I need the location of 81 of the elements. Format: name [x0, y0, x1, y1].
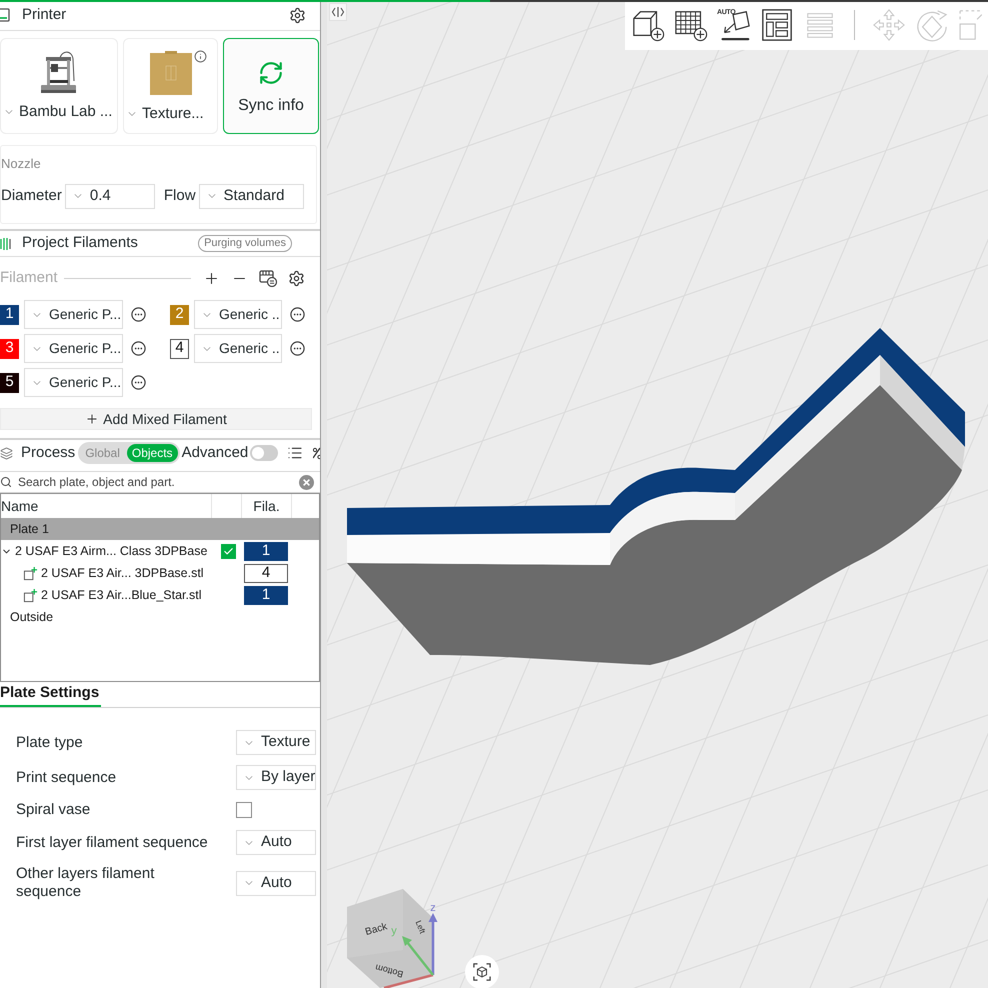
filament-label: Filament — [0, 268, 58, 288]
object-name: 2 USAF E3 Air... 3DPBase.stl — [41, 564, 204, 582]
filament-dropdown[interactable]: Generic P... — [24, 368, 123, 397]
filament-swatch[interactable]: 5 — [0, 372, 19, 392]
filament-swatch[interactable]: 4 — [170, 338, 189, 358]
setting-dropdown[interactable]: By layer — [236, 765, 316, 790]
axis-label: z — [430, 902, 436, 914]
filament-swatch[interactable]: 3 — [0, 338, 19, 358]
diameter-dropdown[interactable]: 0.4 — [64, 184, 155, 208]
part-icon — [23, 588, 38, 602]
more-options-icon[interactable] — [290, 341, 305, 356]
setting-label: Spiral vase — [16, 801, 92, 819]
layout-icon[interactable] — [760, 8, 794, 42]
filament-cell[interactable]: 1 — [244, 586, 288, 604]
3d-model-drawing[interactable] — [347, 328, 965, 665]
table-badge-icon[interactable] — [259, 269, 277, 287]
column-header: Name — [1, 496, 38, 516]
collapse-panel-icon[interactable] — [329, 3, 347, 21]
check-icon — [223, 546, 234, 556]
clear-icon[interactable] — [299, 474, 314, 490]
setting-label: First layer filament sequence — [16, 834, 209, 852]
cube-plus-icon[interactable] — [631, 8, 665, 42]
cube-frame-icon — [473, 963, 491, 981]
object-name: Plate 1 — [10, 520, 49, 538]
view-fit-button[interactable] — [465, 955, 499, 988]
object-name: 2 USAF E3 Air...Blue_Star.stl — [41, 586, 202, 604]
object-name: 2 USAF E3 Airm... Class 3DPBase — [15, 542, 208, 560]
filament-cell[interactable]: 1 — [244, 542, 288, 560]
printable-checkbox[interactable] — [221, 544, 236, 558]
filament-cell[interactable]: 4 — [244, 564, 288, 582]
add-mixed-filament-button[interactable]: Add Mixed Filament — [0, 408, 312, 430]
setting-label: Other layers filament sequence — [16, 865, 156, 901]
settings-icon[interactable] — [289, 6, 306, 24]
setting-dropdown[interactable]: Auto — [236, 830, 316, 855]
plate-selector[interactable]: Texture... — [123, 38, 218, 134]
purging-volumes-button[interactable]: Purging volumes — [198, 235, 292, 252]
axis-label: y — [391, 925, 397, 937]
more-options-icon[interactable] — [131, 307, 146, 322]
setting-checkbox[interactable] — [236, 802, 252, 818]
vertical-bars-icon — [0, 236, 12, 250]
search-icon — [0, 476, 12, 488]
sync-icon — [258, 60, 284, 86]
toggle-label: Advanced — [182, 442, 248, 463]
filament-swatch[interactable]: 1 — [0, 304, 19, 324]
diameter-label: Diameter — [1, 186, 62, 206]
cube-face-label: Bottom — [374, 962, 404, 980]
cube-face-label: Back — [364, 921, 389, 938]
layers-icon — [0, 446, 13, 460]
filament-dropdown[interactable]: Generic ... — [194, 300, 282, 329]
printer-selector[interactable]: Bambu Lab ... — [0, 38, 118, 134]
column-header: Fila. — [253, 496, 280, 516]
flow-label: Flow — [164, 186, 196, 206]
filament-dropdown[interactable]: Generic P... — [24, 300, 123, 329]
setting-label: Print sequence — [16, 768, 118, 786]
tree-row[interactable]: Plate 1 — [1, 518, 319, 540]
build-plate-icon — [148, 51, 192, 97]
more-options-icon[interactable] — [131, 375, 146, 390]
info-icon[interactable] — [194, 50, 207, 63]
setting-dropdown[interactable]: Texture — [236, 730, 316, 755]
plate-settings-tab[interactable]: Plate Settings — [0, 682, 102, 707]
plus-icon — [85, 412, 100, 426]
search-field[interactable]: Search plate, object and part. — [18, 472, 299, 492]
cube-face-label: Left — [414, 919, 427, 935]
filament-dropdown[interactable]: Generic ... — [194, 334, 282, 363]
object-name: Outside — [10, 608, 54, 626]
setting-dropdown[interactable]: Auto — [236, 870, 316, 896]
part-icon — [23, 566, 38, 580]
section-title: Project Filaments — [22, 233, 138, 254]
flow-dropdown[interactable]: Standard — [198, 184, 304, 208]
section-title: Process — [21, 442, 76, 463]
setting-label: Plate type — [16, 734, 84, 752]
filament-dropdown[interactable]: Generic P... — [24, 334, 123, 363]
section-title: Printer — [22, 4, 66, 25]
advanced-toggle[interactable] — [250, 445, 278, 461]
more-options-icon[interactable] — [131, 341, 146, 356]
percent-icon[interactable] — [313, 446, 320, 460]
nozzle-label: Nozzle — [1, 155, 41, 173]
more-options-icon[interactable] — [290, 307, 305, 322]
settings-icon[interactable] — [288, 270, 305, 286]
sync-info-button[interactable]: Sync info — [223, 38, 319, 134]
grid-plus-icon[interactable] — [674, 8, 708, 42]
